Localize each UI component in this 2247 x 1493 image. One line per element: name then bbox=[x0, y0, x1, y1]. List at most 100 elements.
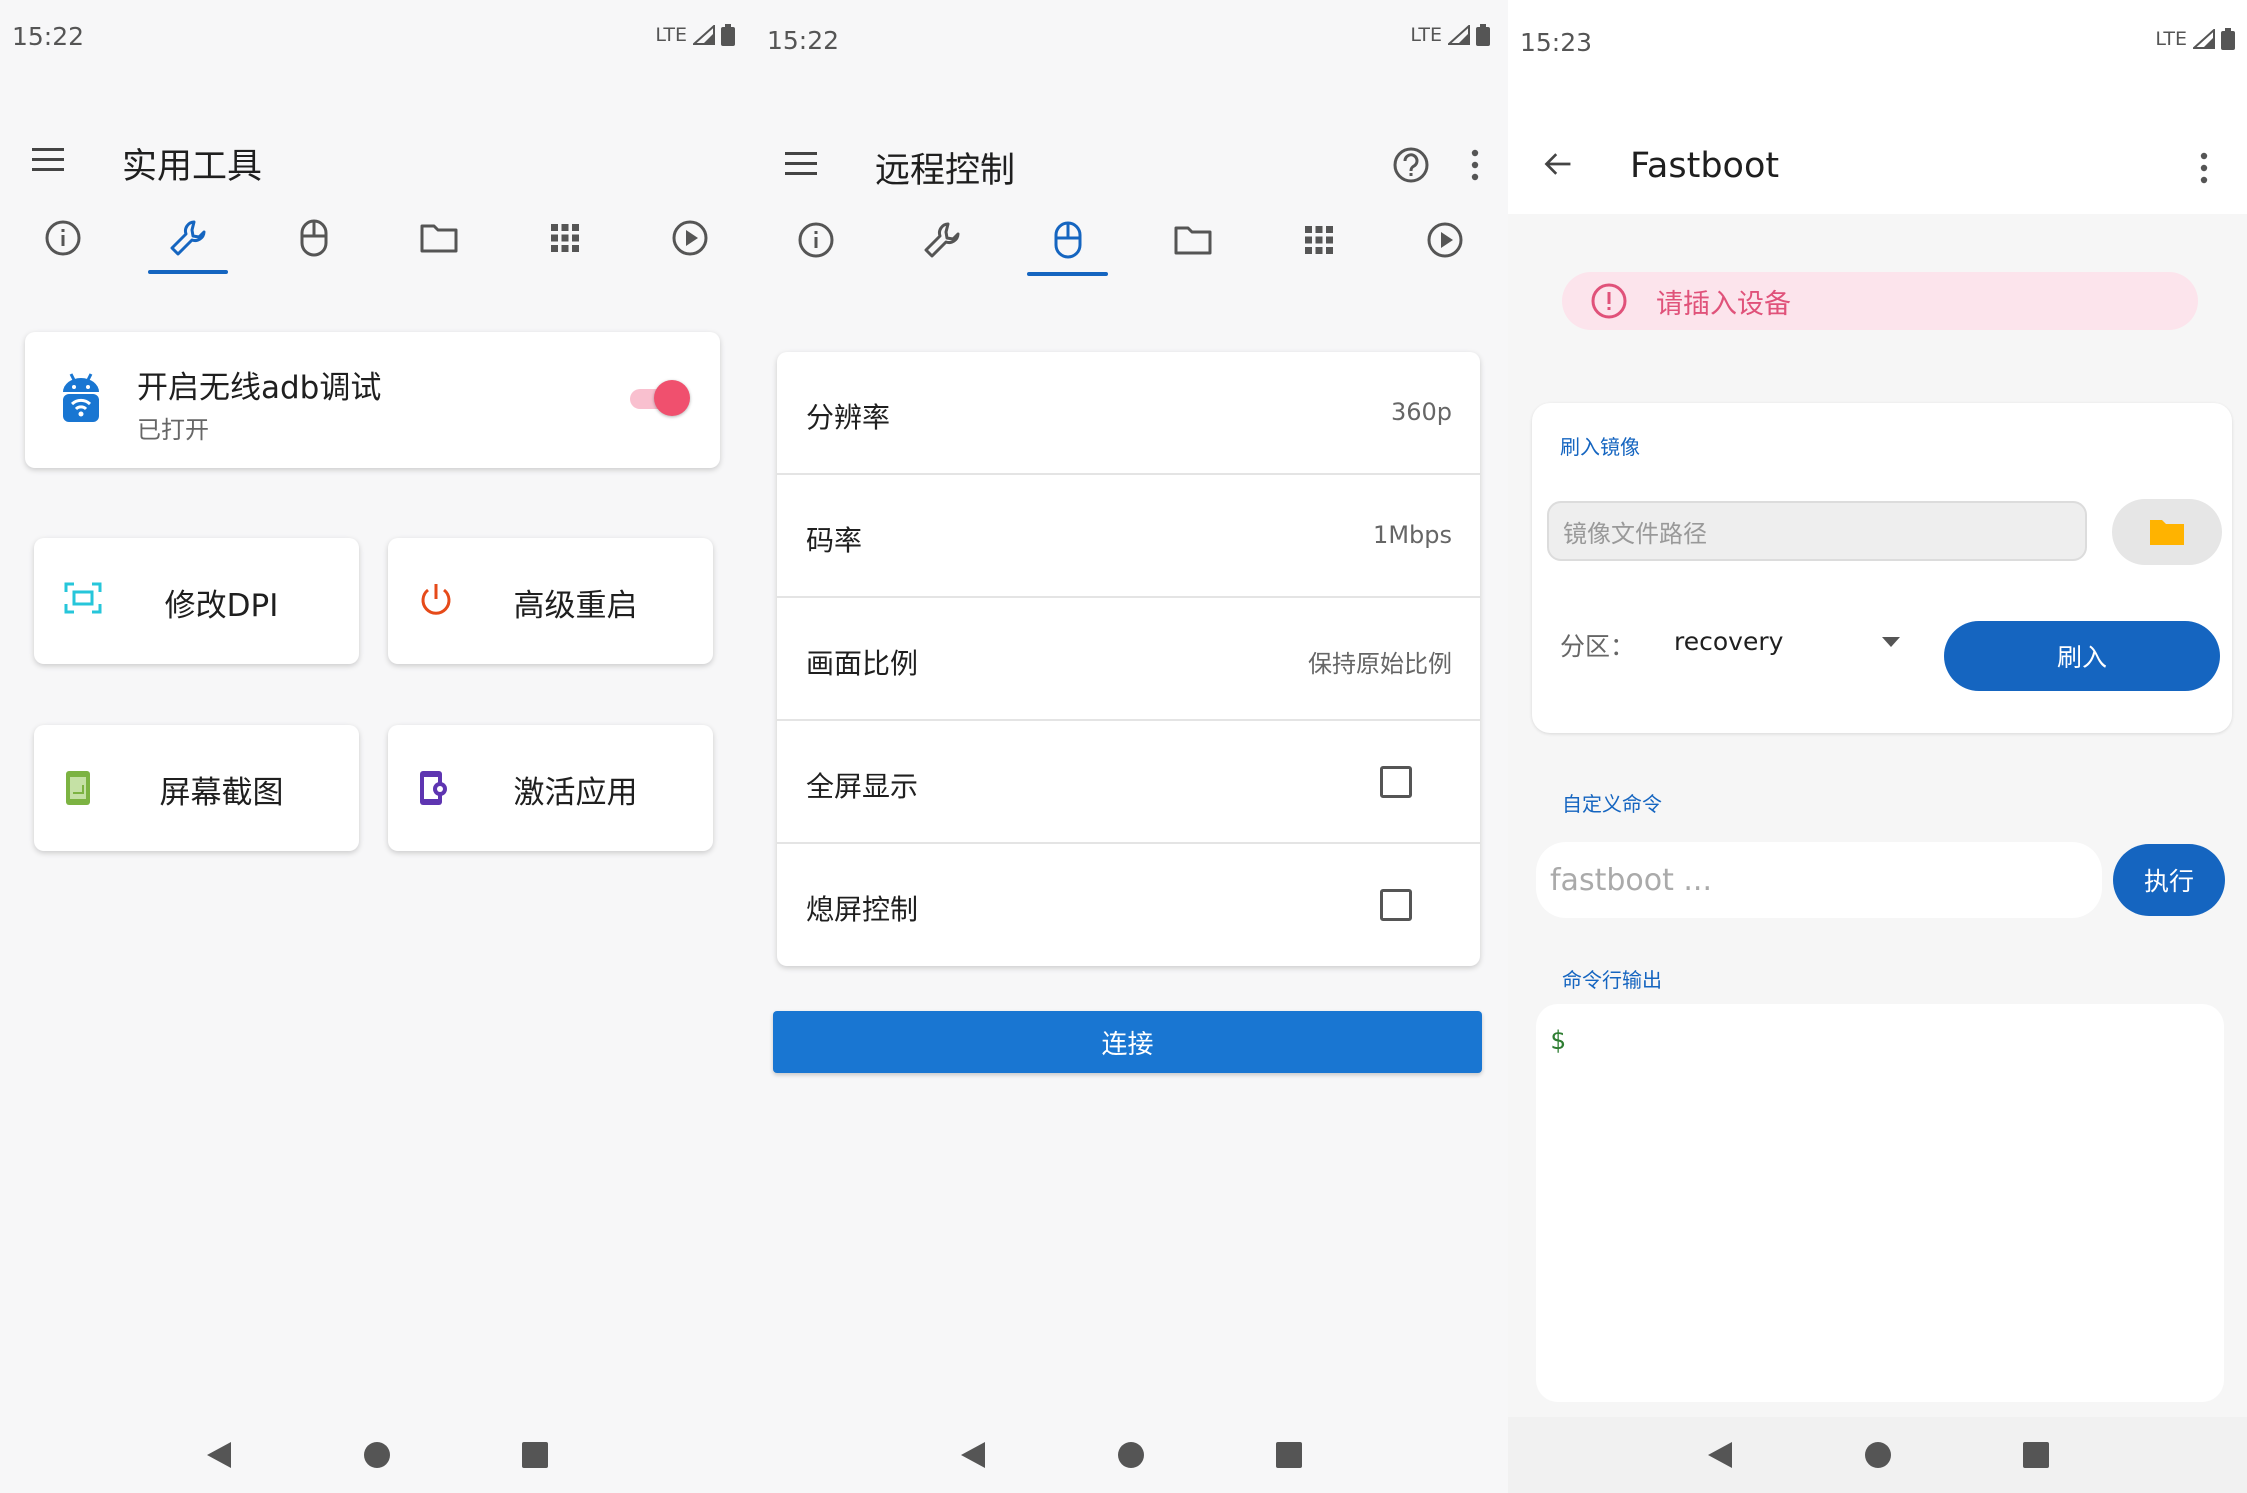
setting-label: 画面比例 bbox=[806, 647, 919, 680]
tab-tools[interactable] bbox=[126, 200, 252, 276]
app-bar: 实用工具 bbox=[0, 120, 753, 200]
error-circle-icon bbox=[1591, 283, 1627, 319]
wrench-icon bbox=[170, 220, 206, 256]
tab-bar bbox=[0, 200, 753, 276]
setting-screen-off-control[interactable]: 熄屏控制 bbox=[777, 844, 1480, 966]
modify-dpi-button[interactable]: 修改DPI bbox=[34, 538, 359, 664]
execute-button[interactable]: 执行 bbox=[2113, 844, 2225, 916]
nav-home-button[interactable] bbox=[1858, 1435, 1898, 1475]
browse-folder-button[interactable] bbox=[2112, 499, 2222, 565]
setting-label: 码率 bbox=[806, 524, 863, 557]
battery-icon bbox=[2221, 28, 2235, 50]
nav-back-button[interactable] bbox=[199, 1435, 239, 1475]
tool-label: 屏幕截图 bbox=[159, 775, 284, 811]
screenshot-button[interactable]: 屏幕截图 bbox=[34, 725, 359, 851]
tab-remote[interactable] bbox=[251, 200, 377, 276]
nav-recents-button[interactable] bbox=[515, 1435, 555, 1475]
tool-label: 高级重启 bbox=[513, 588, 638, 624]
device-warning-banner: 请插入设备 bbox=[1562, 272, 2198, 330]
more-vert-icon[interactable] bbox=[2199, 152, 2209, 184]
info-icon bbox=[45, 220, 81, 256]
screen-utilities: 15:22 LTE 实用工具 开启无线adb调试 已打开 修改DPI 高级重启 … bbox=[0, 0, 753, 1493]
tab-tools[interactable] bbox=[879, 202, 1005, 278]
status-time: 15:22 bbox=[767, 26, 840, 55]
screen-remote-control: 15:22 LTE 远程控制 分辨率 360p 码率 1Mbps 画面比例 保持… bbox=[753, 0, 1508, 1493]
battery-icon bbox=[1476, 24, 1490, 46]
screen-off-checkbox[interactable] bbox=[1380, 889, 1412, 921]
flash-button[interactable]: 刷入 bbox=[1944, 621, 2220, 691]
screen-fastboot: 15:23 LTE Fastboot 请插入设备 刷入镜像 镜像文件路径 分区：… bbox=[1508, 0, 2247, 1493]
signal-icon bbox=[693, 25, 715, 45]
adb-status: 已打开 bbox=[137, 416, 209, 444]
custom-command-label: 自定义命令 bbox=[1562, 792, 1662, 816]
output-label: 命令行输出 bbox=[1562, 968, 1662, 992]
partition-select[interactable]: recovery bbox=[1674, 627, 1783, 656]
setting-resolution[interactable]: 分辨率 360p bbox=[777, 352, 1480, 475]
tab-media[interactable] bbox=[628, 200, 754, 276]
setting-aspect-ratio[interactable]: 画面比例 保持原始比例 bbox=[777, 598, 1480, 721]
warning-text: 请插入设备 bbox=[1656, 288, 1791, 320]
tab-files[interactable] bbox=[1130, 202, 1256, 278]
folder-icon bbox=[1174, 226, 1212, 255]
nav-recents-button[interactable] bbox=[2016, 1435, 2056, 1475]
setting-bitrate[interactable]: 码率 1Mbps bbox=[777, 475, 1480, 598]
flash-image-card: 刷入镜像 镜像文件路径 分区： recovery 刷入 bbox=[1532, 403, 2232, 733]
tab-apps[interactable] bbox=[1256, 202, 1382, 278]
menu-icon[interactable] bbox=[781, 148, 821, 180]
setting-value: 360p bbox=[1390, 398, 1452, 426]
page-title: 远程控制 bbox=[875, 151, 1016, 191]
page-title: Fastboot bbox=[1630, 146, 1780, 186]
setting-label: 分辨率 bbox=[806, 401, 891, 434]
folder-icon bbox=[2150, 520, 2184, 545]
network-type: LTE bbox=[2155, 28, 2187, 50]
nav-back-button[interactable] bbox=[1700, 1435, 1740, 1475]
shell-prompt: $ bbox=[1550, 1026, 1566, 1056]
nav-recents-button[interactable] bbox=[1269, 1435, 1309, 1475]
fullscreen-checkbox[interactable] bbox=[1380, 766, 1412, 798]
back-arrow-icon[interactable] bbox=[1538, 148, 1578, 180]
network-type: LTE bbox=[655, 24, 687, 46]
more-vert-icon[interactable] bbox=[1470, 149, 1480, 181]
recents-square-icon bbox=[521, 1442, 548, 1468]
tab-info[interactable] bbox=[753, 202, 879, 278]
dropdown-arrow-icon[interactable] bbox=[1882, 637, 1900, 647]
nav-home-button[interactable] bbox=[357, 1435, 397, 1475]
adb-toggle[interactable] bbox=[630, 380, 690, 416]
recents-square-icon bbox=[1275, 1442, 1302, 1468]
help-icon[interactable] bbox=[1392, 146, 1430, 184]
signal-icon bbox=[2193, 29, 2215, 49]
tab-info[interactable] bbox=[0, 200, 126, 276]
command-input[interactable]: fastboot ... bbox=[1536, 842, 2102, 918]
folder-icon bbox=[420, 224, 458, 253]
apps-grid-icon bbox=[1305, 226, 1334, 254]
setting-fullscreen[interactable]: 全屏显示 bbox=[777, 721, 1480, 844]
setting-label: 熄屏控制 bbox=[806, 893, 919, 926]
command-output[interactable]: $ bbox=[1536, 1004, 2224, 1402]
tab-apps[interactable] bbox=[502, 200, 628, 276]
back-triangle-icon bbox=[960, 1442, 985, 1468]
nav-home-button[interactable] bbox=[1111, 1435, 1151, 1475]
wireless-adb-card[interactable]: 开启无线adb调试 已打开 bbox=[25, 332, 720, 468]
system-nav-bar bbox=[1508, 1417, 2247, 1493]
play-circle-icon bbox=[1427, 222, 1463, 258]
tool-label: 修改DPI bbox=[164, 588, 279, 624]
setting-label: 全屏显示 bbox=[806, 770, 919, 803]
nav-back-button[interactable] bbox=[953, 1435, 993, 1475]
tool-label: 激活应用 bbox=[513, 775, 638, 811]
menu-icon[interactable] bbox=[28, 144, 68, 176]
tab-files[interactable] bbox=[377, 200, 503, 276]
home-circle-icon bbox=[1864, 1442, 1891, 1468]
partition-label: 分区： bbox=[1560, 632, 1636, 661]
back-triangle-icon bbox=[1707, 1442, 1732, 1468]
advanced-reboot-button[interactable]: 高级重启 bbox=[388, 538, 713, 664]
connect-button[interactable]: 连接 bbox=[773, 1011, 1482, 1073]
recents-square-icon bbox=[2022, 1442, 2049, 1468]
status-bar: 15:22 LTE bbox=[753, 0, 1508, 80]
status-bar: 15:22 LTE bbox=[0, 0, 753, 80]
activate-app-button[interactable]: 激活应用 bbox=[388, 725, 713, 851]
image-path-input[interactable]: 镜像文件路径 bbox=[1547, 501, 2087, 561]
tab-remote[interactable] bbox=[1005, 202, 1131, 278]
setting-value: 保持原始比例 bbox=[1308, 650, 1452, 678]
tab-media[interactable] bbox=[1382, 202, 1508, 278]
home-circle-icon bbox=[363, 1442, 390, 1468]
